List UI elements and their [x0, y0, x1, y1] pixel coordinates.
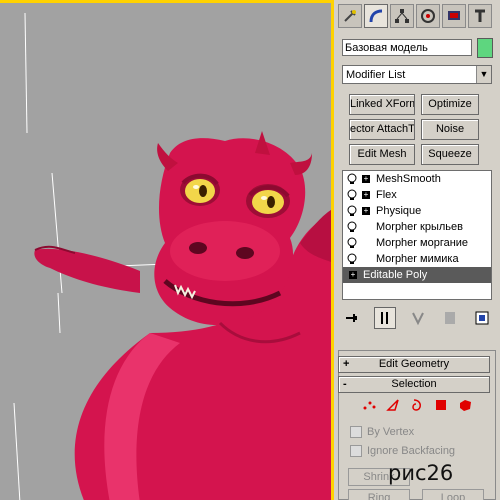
stack-item-morpher-wings[interactable]: Morpher крыльев: [343, 219, 491, 235]
checkbox-box[interactable]: [350, 426, 362, 438]
lightbulb-icon[interactable]: [346, 205, 358, 217]
linked-xform-button[interactable]: Linked XForm: [349, 94, 415, 115]
rollout-sign: -: [343, 378, 347, 390]
modifier-list-dropdown[interactable]: Modifier List ▼: [342, 65, 492, 84]
border-icon[interactable]: [410, 398, 424, 412]
stack-item-morpher-face[interactable]: Morpher мимика: [343, 251, 491, 267]
ring-button[interactable]: Ring: [348, 489, 410, 500]
pin-stack-icon[interactable]: [342, 308, 362, 328]
dragon-render: [13, 12, 331, 500]
edge-icon[interactable]: [386, 398, 400, 412]
object-color-swatch[interactable]: [477, 38, 493, 58]
expand-icon[interactable]: +: [349, 271, 357, 279]
by-vertex-checkbox[interactable]: By Vertex: [350, 426, 414, 438]
vertex-icon[interactable]: [362, 398, 376, 412]
hierarchy-icon[interactable]: [390, 4, 414, 28]
command-panel: Базовая модель Modifier List ▼ Linked XF…: [334, 0, 500, 500]
checkbox-box[interactable]: [350, 445, 362, 457]
figure-caption: рис26: [388, 461, 454, 485]
ignore-backfacing-checkbox[interactable]: Ignore Backfacing: [350, 445, 455, 457]
lightbulb-icon[interactable]: [346, 189, 358, 201]
lightbulb-icon[interactable]: [346, 221, 358, 233]
utilities-icon[interactable]: [468, 4, 492, 28]
expand-icon[interactable]: +: [362, 191, 370, 199]
polygon-icon[interactable]: [434, 398, 448, 412]
by-vertex-label: By Vertex: [367, 426, 415, 438]
rollout-sign: +: [343, 358, 350, 370]
lightbulb-icon[interactable]: [346, 173, 358, 185]
rollout-title: Selection: [391, 378, 437, 390]
stack-item-label: Morpher мимика: [376, 253, 459, 265]
show-end-result-icon[interactable]: [374, 307, 396, 329]
lightbulb-icon[interactable]: [346, 253, 358, 265]
element-icon[interactable]: [458, 398, 472, 412]
remove-modifier-icon[interactable]: [440, 308, 460, 328]
ignore-backfacing-label: Ignore Backfacing: [367, 445, 456, 457]
stack-item-label: Flex: [376, 189, 397, 201]
squeeze-button[interactable]: Squeeze: [421, 144, 479, 165]
stack-item-label: MeshSmooth: [376, 173, 441, 185]
modifier-list-label: Modifier List: [346, 69, 406, 81]
make-unique-icon[interactable]: [408, 308, 428, 328]
stack-item-label: Morpher крыльев: [376, 221, 463, 233]
modify-icon[interactable]: [364, 4, 388, 28]
modifier-buttons: Linked XForm Optimize ector AttachTo Noi…: [349, 94, 479, 165]
stack-item-label: Physique: [376, 205, 422, 217]
configure-modifier-sets-icon[interactable]: [472, 308, 492, 328]
motion-icon[interactable]: [416, 4, 440, 28]
stack-item-flex[interactable]: + Flex: [343, 187, 491, 203]
modifier-stack[interactable]: + MeshSmooth + Flex + Physique Morpher к…: [342, 170, 492, 300]
stack-toolbar: [342, 306, 492, 330]
command-panel-tabs: [338, 4, 496, 32]
expand-icon[interactable]: +: [362, 175, 370, 183]
lightbulb-icon[interactable]: [346, 237, 358, 249]
viewport-perspective[interactable]: [0, 0, 334, 500]
subobject-icons: [362, 397, 472, 413]
rollout-title: Edit Geometry: [378, 358, 450, 370]
vector-attach-button[interactable]: ector AttachTo: [349, 119, 415, 140]
object-name-field[interactable]: Базовая модель: [342, 39, 472, 56]
stack-item-physique[interactable]: + Physique: [343, 203, 491, 219]
noise-button[interactable]: Noise: [421, 119, 479, 140]
expand-icon[interactable]: +: [362, 207, 370, 215]
stack-item-label: Morpher моргание: [376, 237, 469, 249]
stack-item-meshsmooth[interactable]: + MeshSmooth: [343, 171, 491, 187]
display-icon[interactable]: [442, 4, 466, 28]
loop-button[interactable]: Loop: [422, 489, 484, 500]
edit-mesh-button[interactable]: Edit Mesh: [349, 144, 415, 165]
stack-item-editable-poly[interactable]: + Editable Poly: [343, 267, 491, 283]
optimize-button[interactable]: Optimize: [421, 94, 479, 115]
stack-item-morpher-blink[interactable]: Morpher моргание: [343, 235, 491, 251]
edit-geometry-rollout[interactable]: + Edit Geometry: [338, 356, 490, 373]
chevron-down-icon[interactable]: ▼: [476, 66, 491, 83]
create-icon[interactable]: [338, 4, 362, 28]
stack-item-label: Editable Poly: [363, 269, 428, 281]
selection-rollout[interactable]: - Selection: [338, 376, 490, 393]
